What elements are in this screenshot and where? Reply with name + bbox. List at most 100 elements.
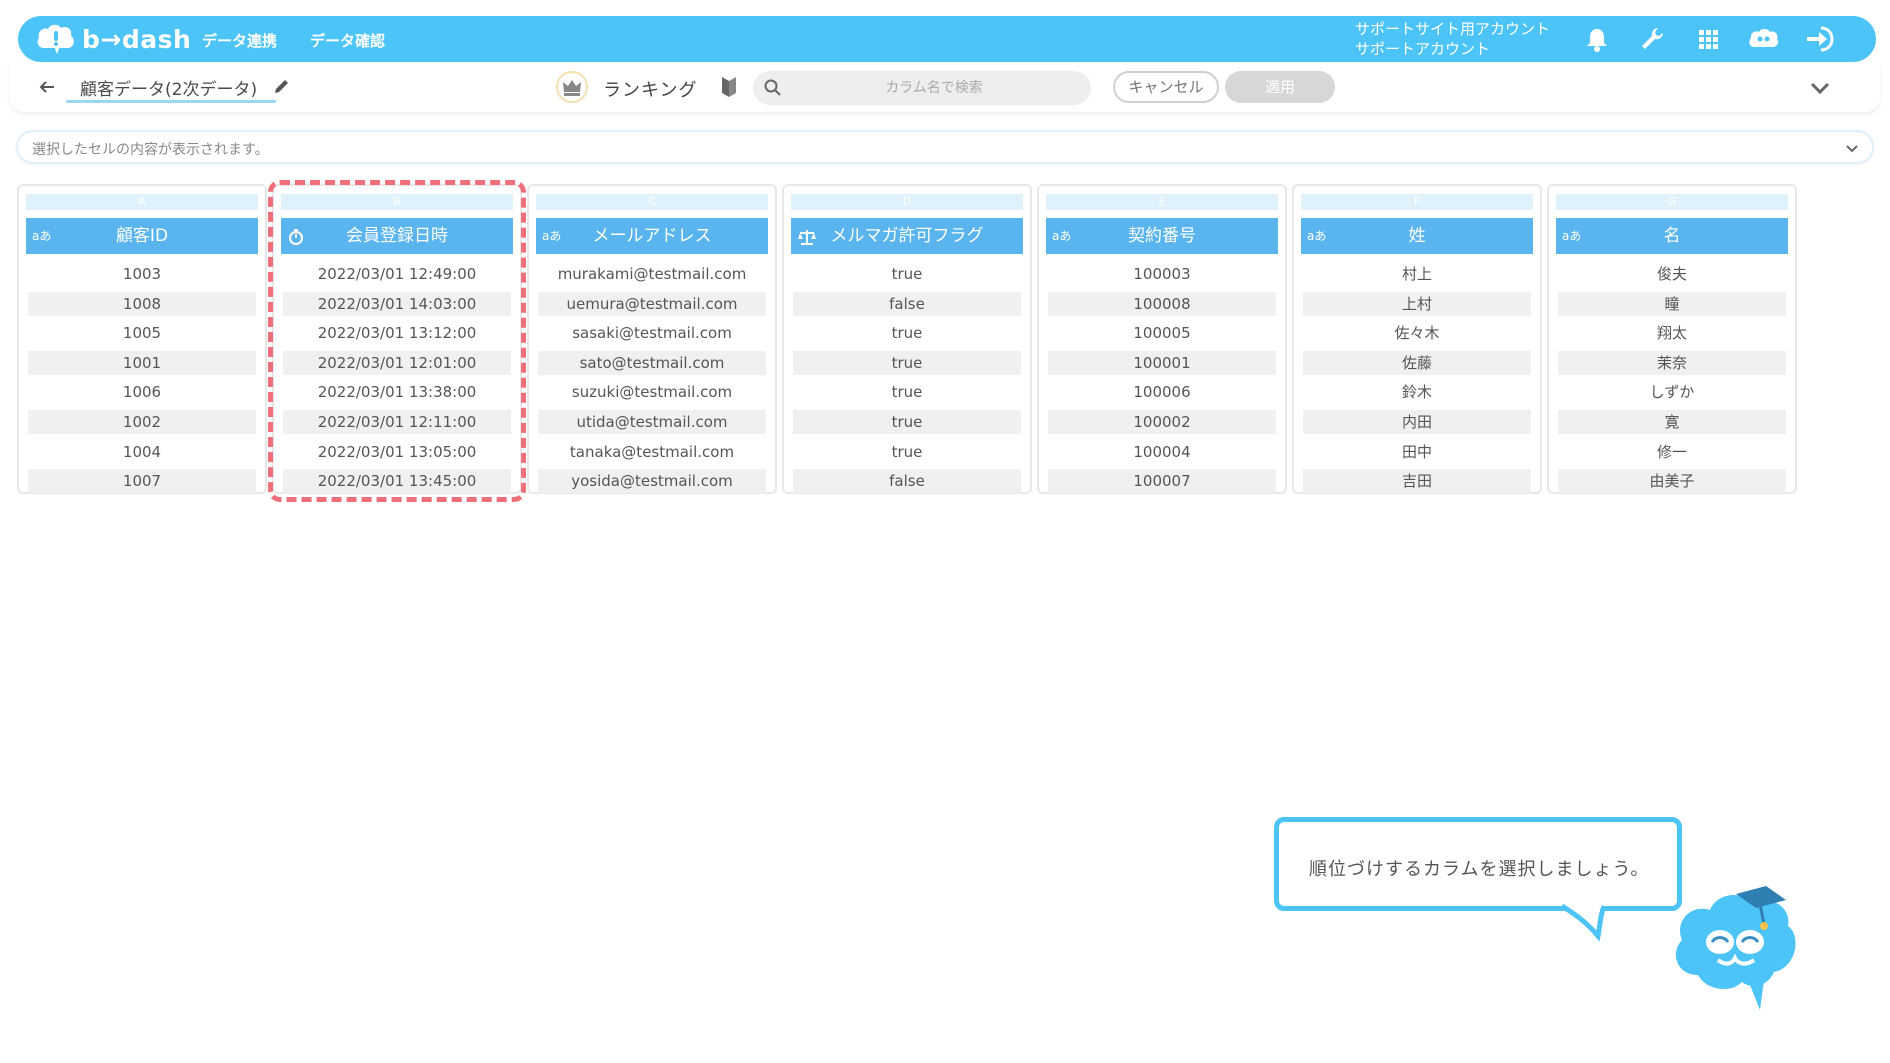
table-cell[interactable]: 1002 xyxy=(28,410,256,434)
table-cell[interactable]: 村上 xyxy=(1303,262,1531,286)
table-cell[interactable]: 吉田 xyxy=(1303,469,1531,494)
bdash-logo[interactable]: b→dash xyxy=(36,22,191,56)
account-line-1: サポートサイト用アカウント xyxy=(1355,20,1551,38)
column-card-d[interactable]: D メルマガ許可フラグ true false true true true true true f… xyxy=(782,184,1032,494)
table-cell[interactable]: false xyxy=(793,469,1021,494)
table-cell[interactable]: 100002 xyxy=(1048,410,1276,434)
back-arrow-icon[interactable] xyxy=(36,76,58,98)
table-cell[interactable]: 2022/03/01 14:03:00 xyxy=(283,291,511,316)
column-header-label: 契約番号 xyxy=(1128,226,1196,246)
table-cell[interactable]: 1003 xyxy=(28,262,256,286)
table-cell[interactable]: 翔太 xyxy=(1558,321,1786,345)
column-card-b[interactable]: B 会員登録日時 2022/03/01 12:49:00 2022/03/01 14:… xyxy=(272,184,522,494)
ranking-mode-badge xyxy=(556,71,588,103)
table-cell[interactable]: sasaki@testmail.com xyxy=(538,321,766,345)
table-cell[interactable]: 上村 xyxy=(1303,291,1531,316)
beginner-mark-icon[interactable] xyxy=(716,73,742,99)
column-header[interactable]: aあ 契約番号 xyxy=(1046,218,1278,254)
column-letter: E xyxy=(1046,194,1278,210)
table-cell[interactable]: true xyxy=(793,410,1021,434)
table-cell[interactable]: 100007 xyxy=(1048,469,1276,494)
table-cell[interactable]: 田中 xyxy=(1303,440,1531,464)
data-title[interactable]: 顧客データ(2次データ) xyxy=(80,75,257,100)
grid-apps-icon[interactable] xyxy=(1694,25,1722,53)
table-cell[interactable]: 1007 xyxy=(28,469,256,494)
table-cell[interactable]: murakami@testmail.com xyxy=(538,262,766,286)
table-cell[interactable]: suzuki@testmail.com xyxy=(538,380,766,404)
table-cell[interactable]: 100004 xyxy=(1048,440,1276,464)
table-cell[interactable]: 1005 xyxy=(28,321,256,345)
table-cell[interactable]: true xyxy=(793,350,1021,375)
table-cell[interactable]: 100005 xyxy=(1048,321,1276,345)
table-cell[interactable]: 2022/03/01 12:11:00 xyxy=(283,410,511,434)
nav-data-integration[interactable]: データ連携 xyxy=(202,30,277,51)
logo-cloud-icon xyxy=(37,24,74,54)
apply-button[interactable]: 適用 xyxy=(1225,71,1335,103)
logout-icon[interactable] xyxy=(1803,25,1835,53)
column-card-g[interactable]: Gaあ 名俊夫瞳翔太 茉奈 しずか寛修一 由美子 xyxy=(1547,184,1797,494)
table-cell[interactable]: uemura@testmail.com xyxy=(538,291,766,316)
column-header[interactable]: メルマガ許可フラグ xyxy=(791,218,1023,254)
table-cell[interactable]: 修一 xyxy=(1558,440,1786,464)
table-cell[interactable]: 2022/03/01 13:12:00 xyxy=(283,321,511,345)
text-type-icon: aあ xyxy=(1562,229,1582,243)
pencil-icon[interactable] xyxy=(272,76,292,96)
table-cell[interactable]: false xyxy=(793,291,1021,316)
column-header[interactable]: 会員登録日時 xyxy=(281,218,513,254)
table-cell[interactable]: 1004 xyxy=(28,440,256,464)
column-card-a[interactable]: Aaあ 顧客ID 1003 1008 1005 1001 1006 1002 1004 1007 xyxy=(17,184,267,494)
table-cell[interactable]: 茉奈 xyxy=(1558,350,1786,375)
table-cell[interactable]: 2022/03/01 13:45:00 xyxy=(283,469,511,494)
editor-toolbar: 顧客データ(2次データ) ランキング キャンセル 適用 xyxy=(10,62,1880,112)
table-cell[interactable]: true xyxy=(793,321,1021,345)
table-cell[interactable]: 100006 xyxy=(1048,380,1276,404)
mascot-help-icon[interactable] xyxy=(1748,25,1780,53)
table-cell[interactable]: 佐々木 xyxy=(1303,321,1531,345)
column-header[interactable]: aあ メールアドレス xyxy=(536,218,768,254)
column-letter: A xyxy=(26,194,258,210)
column-header[interactable]: aあ 顧客ID xyxy=(26,218,258,254)
column-search-input[interactable] xyxy=(789,71,1079,105)
table-cell[interactable]: 100008 xyxy=(1048,291,1276,316)
column-header[interactable]: aあ 名 xyxy=(1556,218,1788,254)
chevron-down-icon[interactable] xyxy=(1807,75,1833,101)
table-cell[interactable]: 1008 xyxy=(28,291,256,316)
column-header[interactable]: aあ 姓 xyxy=(1301,218,1533,254)
table-cell[interactable]: 100003 xyxy=(1048,262,1276,286)
account-info[interactable]: サポートサイト用アカウント サポートアカウント xyxy=(1355,19,1550,59)
table-cell[interactable]: 佐藤 xyxy=(1303,350,1531,375)
column-card-f[interactable]: Faあ 姓村上 上村 佐々木 佐藤 鈴木 内田 田中 吉田 xyxy=(1292,184,1542,494)
expand-chevron-icon[interactable] xyxy=(1842,138,1862,158)
table-cell[interactable]: true xyxy=(793,440,1021,464)
table-cell[interactable]: 100001 xyxy=(1048,350,1276,375)
table-cell[interactable]: tanaka@testmail.com xyxy=(538,440,766,464)
table-cell[interactable]: true xyxy=(793,262,1021,286)
table-cell[interactable]: 鈴木 xyxy=(1303,380,1531,404)
table-cell[interactable]: 内田 xyxy=(1303,410,1531,434)
cell-content-bar[interactable]: 選択したセルの内容が表示されます。 xyxy=(16,130,1874,164)
table-cell[interactable]: 1006 xyxy=(28,380,256,404)
table-cell[interactable]: yosida@testmail.com xyxy=(538,469,766,494)
column-header-label: 顧客ID xyxy=(115,226,169,246)
cancel-button[interactable]: キャンセル xyxy=(1113,71,1219,103)
table-cell[interactable]: utida@testmail.com xyxy=(538,410,766,434)
wrench-icon[interactable] xyxy=(1638,25,1666,53)
bell-icon[interactable] xyxy=(1583,25,1611,53)
table-cell[interactable]: 寛 xyxy=(1558,410,1786,434)
table-cell[interactable]: 1001 xyxy=(28,350,256,375)
table-cell[interactable]: 2022/03/01 13:05:00 xyxy=(283,440,511,464)
table-cell[interactable]: true xyxy=(793,380,1021,404)
column-header-label: 名 xyxy=(1663,226,1681,246)
table-cell[interactable]: sato@testmail.com xyxy=(538,350,766,375)
table-cell[interactable]: しずか xyxy=(1558,380,1786,404)
table-cell[interactable]: 2022/03/01 12:01:00 xyxy=(283,350,511,375)
column-card-c[interactable]: Caあ メールアドレス murakami@testmail.com uemura@te… xyxy=(527,184,777,494)
table-cell[interactable]: 2022/03/01 12:49:00 xyxy=(283,262,511,286)
table-cell[interactable]: 2022/03/01 13:38:00 xyxy=(283,380,511,404)
table-cell[interactable]: 由美子 xyxy=(1558,469,1786,494)
mascot-character-icon xyxy=(1675,886,1796,1010)
nav-data-check[interactable]: データ確認 xyxy=(310,30,385,51)
table-cell[interactable]: 俊夫 xyxy=(1558,262,1786,286)
table-cell[interactable]: 瞳 xyxy=(1558,291,1786,316)
column-card-e[interactable]: Eaあ 契約番号 100003 100008 100005 100001 100006 100… xyxy=(1037,184,1287,494)
